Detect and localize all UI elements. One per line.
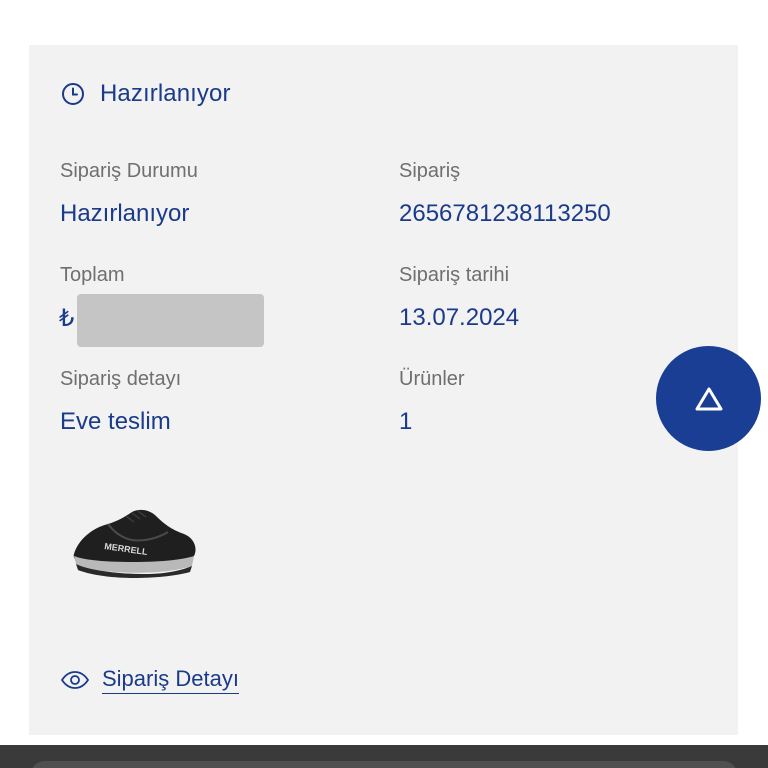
triangle-up-icon: [695, 387, 722, 410]
total-label: Toplam: [60, 264, 125, 286]
page: Hazırlanıyor Sipariş Durumu Hazırlanıyor…: [0, 0, 768, 768]
order-number-value: 2656781238113250: [399, 200, 611, 227]
items-value: 1: [399, 408, 413, 435]
delivery-value: Eve teslim: [60, 408, 171, 435]
product-image[interactable]: MERRELL: [64, 498, 202, 588]
delivery-label: Sipariş detayı: [60, 368, 182, 390]
clock-icon: [62, 83, 84, 105]
browser-bottom-bar: [0, 745, 768, 768]
items-label: Ürünler: [399, 368, 465, 390]
total-amount-redacted: [77, 294, 264, 347]
total-currency: ₺: [59, 305, 75, 332]
status-value: Hazırlanıyor: [60, 200, 190, 227]
order-detail-link-text[interactable]: Sipariş Detayı: [102, 666, 239, 694]
order-date-label: Sipariş tarihi: [399, 264, 510, 286]
status-label: Sipariş Durumu: [60, 160, 198, 182]
address-bar[interactable]: [30, 761, 738, 768]
order-number-label: Sipariş: [399, 160, 461, 182]
order-date-value: 13.07.2024: [399, 304, 520, 331]
order-detail-link[interactable]: Sipariş Detayı: [60, 666, 239, 694]
order-status-header: Hazırlanıyor: [60, 80, 231, 108]
scroll-to-top-button[interactable]: [656, 346, 761, 451]
status-header-text: Hazırlanıyor: [100, 80, 231, 107]
eye-icon: [60, 671, 90, 689]
